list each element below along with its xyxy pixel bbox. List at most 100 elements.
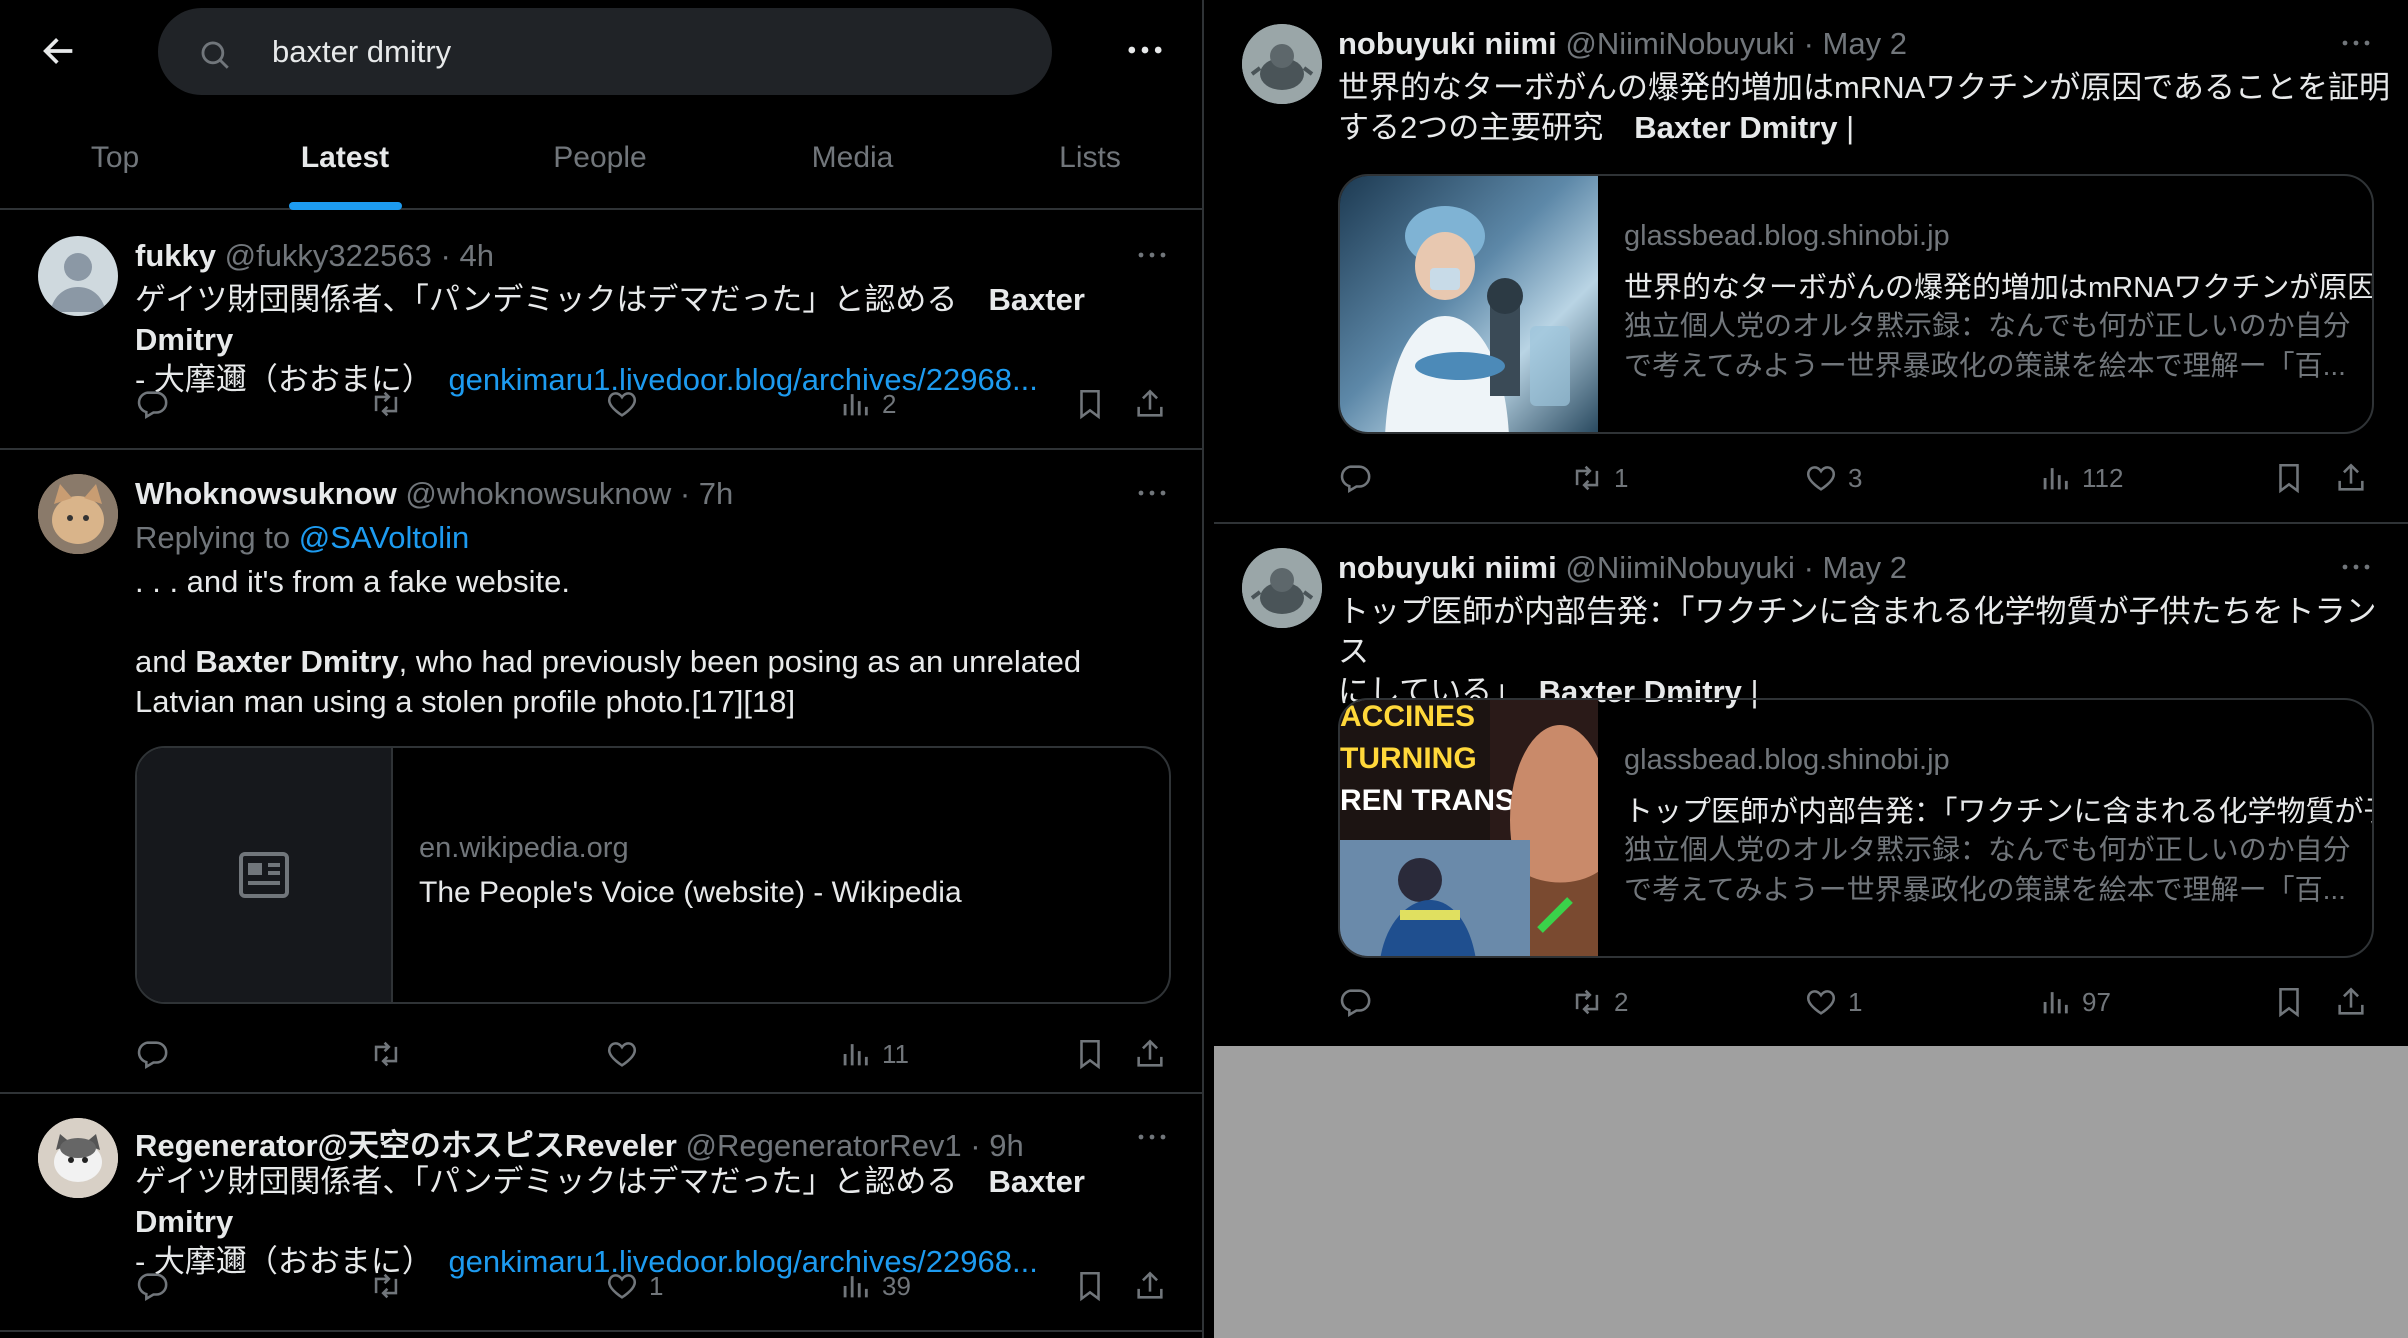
- tweet-actions: 1 3 112: [1338, 456, 2388, 500]
- tab-people[interactable]: People: [520, 118, 680, 210]
- card-domain: en.wikipedia.org: [419, 832, 629, 864]
- tweet-time[interactable]: · 7h: [680, 476, 733, 511]
- tweet-text: 世界的なターボがんの爆発的増加はmRNAワクチンが原因であることを証明 する2つ…: [1338, 70, 2390, 145]
- like-icon[interactable]: [605, 382, 639, 426]
- tweet-author-name[interactable]: Regenerator@天空のホスピスReveler: [135, 1128, 677, 1163]
- tweet-item[interactable]: Whoknowsuknow @whoknowsuknow · 7h Replyi…: [0, 450, 1204, 1094]
- tweet-time[interactable]: · 4h: [441, 238, 494, 273]
- replying-to-link[interactable]: @SAVoltolin: [299, 520, 470, 555]
- tab-lists[interactable]: Lists: [1020, 118, 1160, 210]
- bookmark-icon[interactable]: [2272, 980, 2306, 1024]
- views-icon[interactable]: 112: [2038, 456, 2123, 500]
- card-description: 独立個人党のオルタ黙示録：なんでも何が正しいのか自分 で考えてみようー世界暴政化…: [1624, 310, 2351, 381]
- tweet-author-handle[interactable]: @fukky322563: [225, 238, 432, 273]
- retweet-icon[interactable]: 1: [1570, 456, 1628, 500]
- share-icon[interactable]: [1133, 1032, 1167, 1076]
- tweet-actions: 1 39: [135, 1264, 1175, 1308]
- avatar[interactable]: [1242, 24, 1322, 104]
- retweet-icon[interactable]: 2: [1570, 980, 1628, 1024]
- tweet-item[interactable]: nobuyuki niimi @NiimiNobuyuki · May 2 世界…: [1214, 0, 2408, 524]
- bookmark-icon[interactable]: [2272, 456, 2306, 500]
- like-icon[interactable]: 1: [1804, 980, 1862, 1024]
- like-icon[interactable]: 3: [1804, 456, 1862, 500]
- tweet-more-icon[interactable]: [1132, 1122, 1172, 1152]
- link-card[interactable]: ACCINES TURNING REN TRANS' glassbead.blo…: [1338, 698, 2374, 958]
- card-title: The People's Voice (website) - Wikipedia: [419, 876, 962, 909]
- share-icon[interactable]: [2334, 456, 2368, 500]
- card-domain: glassbead.blog.shinobi.jp: [1624, 220, 1950, 252]
- search-results-panel: baxter dmitry Top Latest People Media Li…: [0, 0, 1204, 1338]
- tweet-author-handle[interactable]: @NiimiNobuyuki: [1565, 26, 1795, 61]
- reply-icon[interactable]: [1338, 456, 1372, 500]
- bookmark-icon[interactable]: [1073, 382, 1107, 426]
- likes-count: 1: [649, 1270, 664, 1301]
- tab-media[interactable]: Media: [780, 118, 925, 210]
- tweet-author-name[interactable]: nobuyuki niimi: [1338, 550, 1557, 585]
- card-title: トップ医師が内部告発：「ワクチンに含まれる化学物質が子: [1624, 796, 2374, 828]
- card-thumbnail-image: ACCINES TURNING REN TRANS': [1340, 700, 1598, 956]
- avatar[interactable]: [38, 1118, 118, 1198]
- tweet-item[interactable]: Regenerator@天空のホスピスReveler @RegeneratorR…: [0, 1094, 1204, 1332]
- tweet-text: . . . and it's from a fake website. and …: [135, 564, 1082, 719]
- tweet-text: トップ医師が内部告発：「ワクチンに含まれる化学物質が子供たちをトランス にしてい…: [1338, 594, 2377, 709]
- tweet-more-icon[interactable]: [1132, 240, 1172, 270]
- retweet-icon[interactable]: [369, 382, 403, 426]
- card-description: 独立個人党のオルタ黙示録：なんでも何が正しいのか自分 で考えてみようー世界暴政化…: [1624, 834, 2351, 905]
- tweet-more-icon[interactable]: [1132, 478, 1172, 508]
- tweet-more-icon[interactable]: [2336, 28, 2376, 58]
- card-domain: glassbead.blog.shinobi.jp: [1624, 744, 1950, 776]
- likes-count: 3: [1848, 462, 1863, 493]
- tweet-time[interactable]: · May 2: [1804, 550, 1907, 585]
- search-icon: [201, 41, 229, 69]
- tweet-item[interactable]: fukky @fukky322563 · 4h ゲイツ財団関係者、「パンデミック…: [0, 212, 1204, 450]
- share-icon[interactable]: [2334, 980, 2368, 1024]
- tweet-author-handle[interactable]: @whoknowsuknow: [405, 476, 671, 511]
- avatar[interactable]: [1242, 548, 1322, 628]
- views-count: 2: [882, 388, 897, 419]
- tweet-author-name[interactable]: Whoknowsuknow: [135, 476, 397, 511]
- views-icon[interactable]: 11: [838, 1032, 909, 1076]
- bookmark-icon[interactable]: [1073, 1264, 1107, 1308]
- views-count: 11: [882, 1038, 909, 1069]
- tweet-time[interactable]: · 9h: [970, 1128, 1023, 1163]
- thumb-text-3: REN TRANS': [1340, 784, 1522, 817]
- retweet-icon[interactable]: [369, 1032, 403, 1076]
- views-icon[interactable]: 39: [838, 1264, 911, 1308]
- like-icon[interactable]: 1: [605, 1264, 663, 1308]
- bookmark-icon[interactable]: [1073, 1032, 1107, 1076]
- tweet-actions: 11: [135, 1032, 1175, 1076]
- reply-icon[interactable]: [135, 1032, 169, 1076]
- avatar[interactable]: [38, 236, 118, 316]
- reply-icon[interactable]: [135, 1264, 169, 1308]
- tweet-actions: 2: [135, 382, 1175, 426]
- likes-count: 1: [1848, 986, 1863, 1017]
- share-icon[interactable]: [1133, 382, 1167, 426]
- views-count: 112: [2082, 462, 2124, 493]
- link-card[interactable]: en.wikipedia.org The People's Voice (web…: [135, 746, 1171, 1004]
- link-card[interactable]: glassbead.blog.shinobi.jp 世界的なターボがんの爆発的増…: [1338, 174, 2374, 434]
- tab-top[interactable]: Top: [40, 118, 190, 210]
- views-icon[interactable]: 2: [838, 382, 896, 426]
- tweet-author-handle[interactable]: @NiimiNobuyuki: [1565, 550, 1795, 585]
- back-arrow-icon[interactable]: [36, 28, 82, 74]
- retweet-icon[interactable]: [369, 1264, 403, 1308]
- reply-icon[interactable]: [1338, 980, 1372, 1024]
- replying-to: Replying to @SAVoltolin: [135, 520, 470, 555]
- tweet-author-name[interactable]: fukky: [135, 238, 216, 273]
- reply-icon[interactable]: [135, 382, 169, 426]
- more-options-icon[interactable]: [1120, 30, 1170, 70]
- tweet-item[interactable]: nobuyuki niimi @NiimiNobuyuki · May 2 トッ…: [1214, 524, 2408, 1046]
- tweet-time[interactable]: · May 2: [1804, 26, 1907, 61]
- right-screenshot-panel: nobuyuki niimi @NiimiNobuyuki · May 2 世界…: [1214, 0, 2408, 1338]
- tweet-author-name[interactable]: nobuyuki niimi: [1338, 26, 1557, 61]
- avatar[interactable]: [38, 474, 118, 554]
- thumb-text-1: ACCINES: [1340, 700, 1475, 733]
- tweet-author-handle[interactable]: @RegeneratorRev1: [686, 1128, 962, 1163]
- tab-latest[interactable]: Latest: [270, 118, 420, 210]
- tweet-more-icon[interactable]: [2336, 552, 2376, 582]
- like-icon[interactable]: [605, 1032, 639, 1076]
- search-input[interactable]: baxter dmitry: [158, 8, 1052, 95]
- views-count: 97: [2082, 986, 2111, 1017]
- views-icon[interactable]: 97: [2038, 980, 2111, 1024]
- share-icon[interactable]: [1133, 1264, 1167, 1308]
